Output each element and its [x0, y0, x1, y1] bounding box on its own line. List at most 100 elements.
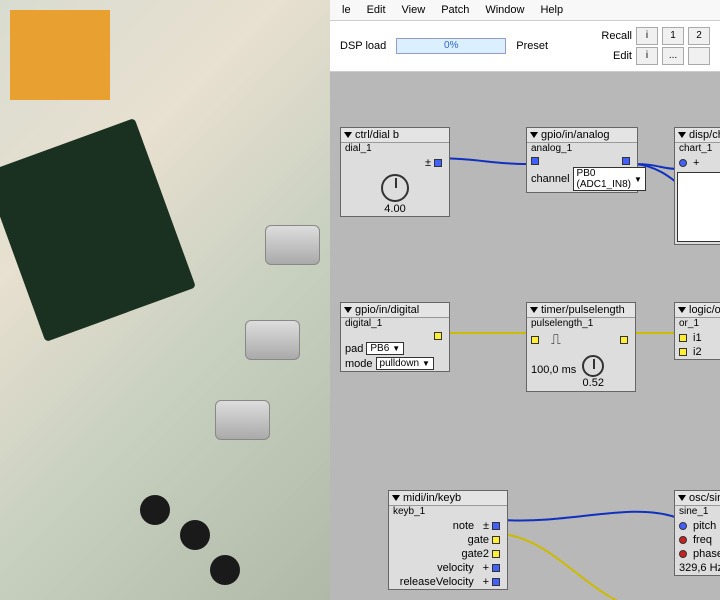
node-name: digital_1 [341, 318, 449, 331]
edit-blank-button[interactable] [688, 47, 710, 65]
menu-window[interactable]: Window [479, 2, 530, 18]
recall-1-button[interactable]: 1 [662, 27, 684, 45]
inlet[interactable] [531, 157, 539, 165]
edit-label: Edit [613, 50, 632, 62]
outlet-velocity[interactable] [492, 564, 500, 572]
pitch-label: pitch [693, 520, 716, 532]
node-logic-or[interactable]: logic/or 2 or_1 i1 i2 [674, 302, 720, 360]
patcher-app: le Edit View Patch Window Help DSP load … [330, 0, 720, 600]
pulse-time: 100,0 ms [531, 364, 576, 376]
node-type: logic/or 2 [689, 304, 720, 316]
collapse-icon[interactable] [678, 307, 686, 313]
patch-canvas[interactable]: ctrl/dial b dial_1 ± 4.00 gpio/in/analog… [330, 72, 720, 600]
outlet-gate2[interactable] [492, 550, 500, 558]
inlet-i2[interactable] [679, 348, 687, 356]
mode-select[interactable]: pulldown [376, 357, 434, 370]
node-type: gpio/in/digital [355, 304, 419, 316]
menu-help[interactable]: Help [534, 2, 569, 18]
freq-label: freq [693, 534, 712, 546]
dsp-load-meter: 0% [396, 38, 506, 54]
inlet[interactable] [679, 159, 687, 167]
sign: ± [483, 520, 489, 532]
menubar: le Edit View Patch Window Help [330, 0, 720, 21]
dial-knob[interactable] [381, 174, 409, 202]
inlet[interactable] [531, 336, 539, 344]
edit-dots-button[interactable]: ... [662, 47, 684, 65]
node-name: chart_1 [675, 143, 720, 156]
outlet[interactable] [434, 332, 442, 340]
gate-label: gate [468, 534, 489, 546]
menu-view[interactable]: View [396, 2, 432, 18]
collapse-icon[interactable] [344, 132, 352, 138]
node-name: keyb_1 [389, 506, 507, 519]
node-pulselength[interactable]: timer/pulselength pulselength_1 ⎍ 100,0 … [526, 302, 636, 392]
edit-i-button[interactable]: i [636, 47, 658, 65]
phase-label: phase [693, 548, 720, 560]
node-dial[interactable]: ctrl/dial b dial_1 ± 4.00 [340, 127, 450, 217]
collapse-icon[interactable] [678, 495, 686, 501]
sine-value: 329,6 Hz [679, 562, 720, 574]
node-digital[interactable]: gpio/in/digital digital_1 padPB6 modepul… [340, 302, 450, 372]
plus: + [483, 576, 489, 588]
menu-patch[interactable]: Patch [435, 2, 475, 18]
pulse-dial-value: 0.52 [582, 377, 604, 389]
collapse-icon[interactable] [392, 495, 400, 501]
i2-label: i2 [693, 346, 702, 358]
recall-i-button[interactable]: i [636, 27, 658, 45]
node-analog[interactable]: gpio/in/analog analog_1 channelPB0 (ADC1… [526, 127, 638, 193]
menu-edit[interactable]: Edit [361, 2, 392, 18]
node-chart[interactable]: disp/chart p chart_1 + [674, 127, 720, 245]
pulse-icon: ⎍ [551, 332, 561, 348]
velocity-label: velocity [437, 562, 474, 574]
recall-2-button[interactable]: 2 [688, 27, 710, 45]
outlet[interactable] [620, 336, 628, 344]
node-name: pulselength_1 [527, 318, 635, 331]
recall-label: Recall [601, 30, 632, 42]
outlet-release[interactable] [492, 578, 500, 586]
inlet-pitch[interactable] [679, 522, 687, 530]
hardware-photo [0, 0, 330, 600]
node-type: disp/chart p [689, 129, 720, 141]
channel-select[interactable]: PB0 (ADC1_IN8) [573, 167, 646, 191]
node-osc-sine[interactable]: osc/sine sine_1 pitch freq phase 329,6 H… [674, 490, 720, 576]
collapse-icon[interactable] [530, 307, 538, 313]
mode-label: mode [345, 358, 373, 370]
node-type: midi/in/keyb [403, 492, 461, 504]
node-name: dial_1 [341, 143, 449, 156]
plus: + [483, 562, 489, 574]
pad-select[interactable]: PB6 [366, 342, 404, 355]
pad-label: pad [345, 343, 363, 355]
pulse-dial[interactable] [582, 355, 604, 377]
i1-label: i1 [693, 332, 702, 344]
outlet[interactable] [622, 157, 630, 165]
outlet-note[interactable] [492, 522, 500, 530]
node-type: gpio/in/analog [541, 129, 610, 141]
collapse-icon[interactable] [344, 307, 352, 313]
chart-display [677, 172, 720, 242]
preset-label: Preset [516, 40, 548, 52]
node-type: ctrl/dial b [355, 129, 399, 141]
node-type: timer/pulselength [541, 304, 625, 316]
node-name: sine_1 [675, 506, 720, 519]
toolbar: DSP load 0% Preset Recall i 1 2 Edit i .… [330, 21, 720, 72]
channel-label: channel [531, 173, 570, 185]
plus-label: + [693, 157, 699, 169]
inlet-phase[interactable] [679, 550, 687, 558]
outlet-gate[interactable] [492, 536, 500, 544]
release-label: releaseVelocity [400, 576, 474, 588]
note-label: note [453, 520, 474, 532]
outlet-value[interactable] [434, 159, 442, 167]
collapse-icon[interactable] [678, 132, 686, 138]
dsp-load-label: DSP load [340, 40, 386, 52]
dial-value: 4.00 [384, 203, 405, 215]
menu-file[interactable]: le [336, 2, 357, 18]
node-name: or_1 [675, 318, 720, 331]
gate2-label: gate2 [461, 548, 489, 560]
port-sign: ± [425, 157, 431, 169]
inlet-freq[interactable] [679, 536, 687, 544]
node-midi-keyb[interactable]: midi/in/keyb keyb_1 note ± gate gate2 ve… [388, 490, 508, 590]
node-name: analog_1 [527, 143, 637, 156]
collapse-icon[interactable] [530, 132, 538, 138]
inlet-i1[interactable] [679, 334, 687, 342]
node-type: osc/sine [689, 492, 720, 504]
